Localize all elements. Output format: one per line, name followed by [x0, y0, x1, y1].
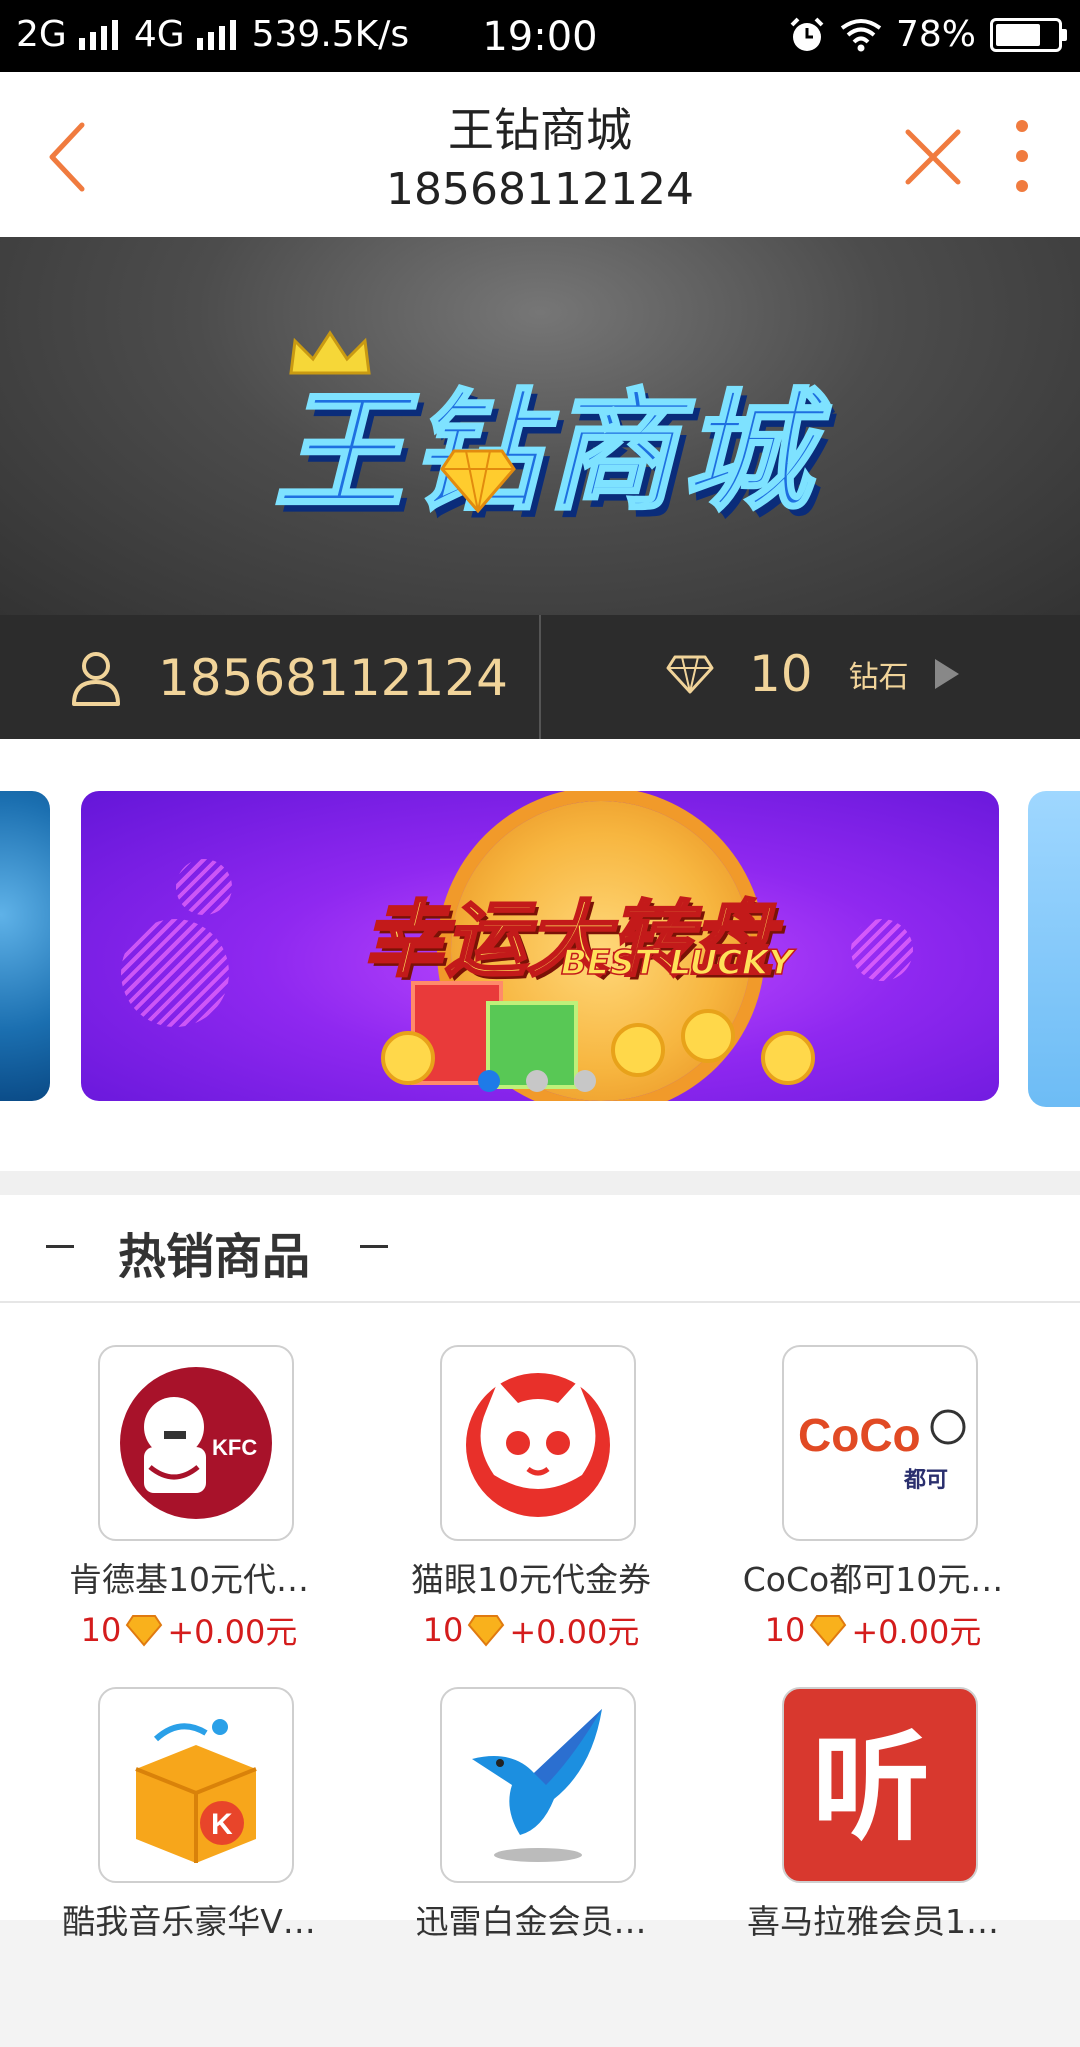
product-card[interactable]: 猫眼10元代金券 10 +0.00元 — [360, 1345, 702, 1705]
coco-logo-text: CoCo — [798, 1409, 921, 1461]
alarm-icon — [790, 17, 824, 51]
diamond-icon — [810, 1615, 847, 1647]
dash-right — [360, 1245, 388, 1248]
product-name: 酷我音乐豪华V… — [62, 1902, 316, 1941]
product-card[interactable]: 迅雷白金会员… — [360, 1687, 702, 2047]
wifi-icon — [840, 18, 882, 51]
diamond-count: 10 — [749, 645, 813, 703]
coin-icon — [761, 1031, 815, 1085]
carousel-subtitle: BEST LUCKY — [560, 942, 794, 984]
product-image[interactable] — [440, 1345, 636, 1541]
decor-circle — [176, 859, 232, 915]
ximalaya-logo-text: 听 — [812, 1719, 930, 1857]
coin-icon — [611, 1023, 665, 1077]
top-nav: 王钻商城 18568112124 — [0, 72, 1080, 237]
battery-percent: 78% — [895, 14, 976, 55]
carousel-indicator — [478, 1070, 596, 1092]
status-bar: 2G 4G 539.5K/s 19:00 78% — [0, 0, 1080, 72]
product-name: CoCo都可10元… — [742, 1560, 1004, 1599]
hero-logo-text: 王钻商城 — [272, 375, 818, 530]
product-name: 猫眼10元代金券 — [411, 1560, 651, 1599]
divider — [539, 615, 541, 739]
product-image[interactable]: K — [98, 1687, 294, 1883]
product-cash: +0.00元 — [851, 1613, 982, 1651]
diamond-icon — [126, 1615, 163, 1647]
carousel-slide-next[interactable] — [1028, 791, 1080, 1107]
diamond-outline-icon — [666, 655, 714, 694]
account-user[interactable]: 18568112124 — [70, 649, 508, 707]
carousel-dot[interactable] — [526, 1070, 548, 1092]
status-right: 78% — [788, 14, 1067, 55]
product-diamonds: 10 — [422, 1611, 464, 1649]
account-bar: 18568112124 10 钻石 — [0, 615, 1080, 739]
kuwo-logo-text: K — [211, 1808, 233, 1841]
product-cash: +0.00元 — [167, 1613, 298, 1651]
product-name: 喜马拉雅会员1… — [747, 1902, 999, 1941]
carousel-dot[interactable] — [574, 1070, 596, 1092]
xunlei-bird-icon — [472, 1709, 602, 1862]
section-separator — [0, 1171, 1080, 1195]
close-icon[interactable] — [900, 124, 966, 190]
arrow-right-icon — [934, 659, 959, 689]
section-title: 热销商品 — [118, 1229, 311, 1285]
decor-circle — [851, 919, 913, 981]
diamond-icon — [468, 1615, 505, 1647]
product-image[interactable]: KFC — [98, 1345, 294, 1541]
product-diamonds: 10 — [80, 1611, 122, 1649]
kfc-logo-text: KFC — [212, 1435, 257, 1460]
decor-circle — [121, 919, 229, 1027]
user-icon — [72, 652, 120, 706]
product-card[interactable]: KFC 肯德基10元代… 10 +0.00元 — [18, 1345, 360, 1705]
hot-products-section: 热销商品 KFC 肯德基10元代… 10 +0.00元 猫眼10元代金券 10 … — [0, 1195, 1080, 1941]
product-image[interactable] — [440, 1687, 636, 1883]
dash-left — [46, 1245, 74, 1248]
product-image[interactable]: CoCo 都可 — [782, 1345, 978, 1541]
product-price: 10 +0.00元 — [702, 1607, 1044, 1653]
diamond-unit: 钻石 — [848, 660, 909, 695]
coin-icon — [381, 1031, 435, 1085]
battery-icon — [990, 17, 1067, 52]
coco-logo-sub: 都可 — [903, 1468, 948, 1493]
carousel-slide-prev[interactable] — [0, 791, 50, 1101]
ximalaya-logo-icon: 听 — [812, 1719, 930, 1857]
product-card[interactable]: CoCo 都可 CoCo都可10元… 10 +0.00元 — [702, 1345, 1044, 1705]
product-price: 10 +0.00元 — [18, 1607, 360, 1653]
product-card[interactable]: K 酷我音乐豪华V… — [18, 1687, 360, 2047]
kfc-logo-icon: KFC — [120, 1367, 272, 1519]
battery-level — [996, 23, 1040, 46]
hero-banner: 王钻商城 — [0, 237, 1080, 615]
product-image[interactable]: 听 — [782, 1687, 978, 1883]
product-card[interactable]: 听 喜马拉雅会员1… — [702, 1687, 1044, 2047]
account-phone: 18568112124 — [158, 649, 508, 707]
diamond-balance[interactable]: 10 钻石 — [665, 645, 959, 703]
maoyan-logo-icon — [466, 1373, 610, 1517]
more-vertical-icon[interactable] — [1000, 116, 1044, 196]
product-name: 迅雷白金会员… — [415, 1902, 647, 1941]
section-header: 热销商品 — [0, 1195, 1080, 1303]
coco-logo-icon: CoCo 都可 — [798, 1409, 966, 1493]
carousel-dot[interactable] — [478, 1070, 500, 1092]
carousel[interactable]: 幸运大转盘 BEST LUCKY — [0, 739, 1080, 1171]
product-price: 10 +0.00元 — [360, 1607, 702, 1653]
diamond-icon — [440, 449, 516, 514]
product-name: 肯德基10元代… — [69, 1560, 309, 1599]
kuwo-logo-icon: K — [135, 1719, 257, 1863]
coin-icon — [681, 1009, 735, 1063]
product-cash: +0.00元 — [509, 1613, 640, 1651]
carousel-slide-active[interactable]: 幸运大转盘 BEST LUCKY — [81, 791, 999, 1101]
product-diamonds: 10 — [764, 1611, 806, 1649]
